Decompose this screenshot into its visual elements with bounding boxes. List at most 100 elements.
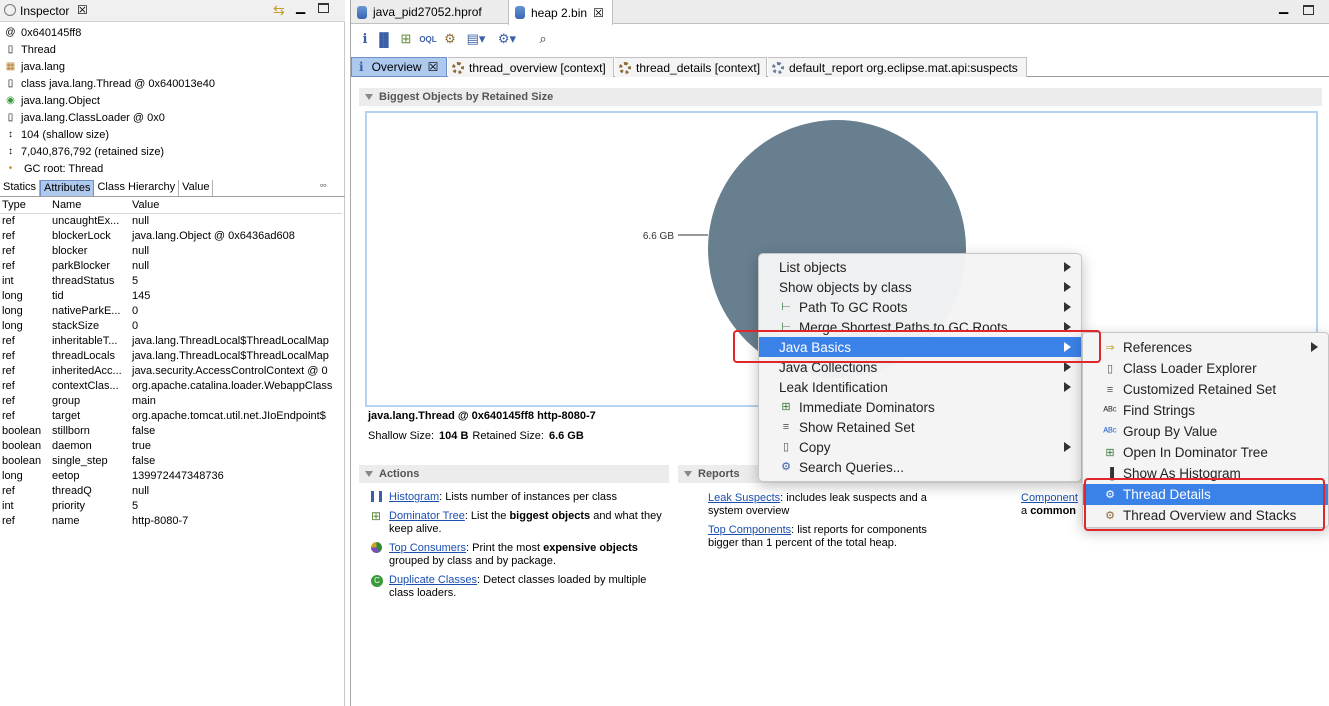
column-header[interactable]: Type: [0, 198, 50, 214]
dominator-tree-icon[interactable]: ⊞: [398, 31, 414, 47]
tab-default-report[interactable]: default_report org.eclipse.mat.api:suspe…: [768, 57, 1027, 77]
info-icon[interactable]: i: [357, 31, 373, 47]
menu-item-copy[interactable]: ▯ Copy: [759, 437, 1081, 457]
file-tab-heap[interactable]: heap 2.bin ☒: [508, 0, 613, 25]
section-title: Actions: [379, 468, 420, 480]
menu-item-open-in-dominator-tree[interactable]: ⊞ Open In Dominator Tree: [1083, 442, 1328, 463]
attributes-table: Type Name Value ref uncaughtEx... null ref blo…: [0, 198, 342, 528]
menu-item-list-objects[interactable]: List objects: [759, 257, 1081, 277]
table-row[interactable]: int threadStatus 5: [0, 273, 342, 288]
file-tab-hprof[interactable]: java_pid27052.hprof: [351, 0, 507, 24]
inspector-info-text: java.lang: [21, 60, 66, 73]
inspector-info-text: GC root: Thread: [24, 162, 104, 175]
close-icon[interactable]: ☒: [593, 6, 604, 20]
leak-suspects-link[interactable]: Leak Suspects: [708, 492, 780, 504]
table-cell: nativeParkE...: [52, 304, 121, 317]
inspector-info-text: 7,040,876,792 (retained size): [21, 145, 165, 158]
table-cell: ref: [2, 514, 15, 527]
superclass-icon: ◉: [6, 95, 15, 106]
shallow-size-value: 104 B: [439, 430, 469, 442]
table-cell: threadQ: [52, 484, 92, 497]
menu-item-search-queries[interactable]: ⚙ Search Queries...: [759, 457, 1081, 477]
menu-item-label: Customized Retained Set: [1123, 382, 1277, 397]
component-link[interactable]: Component: [1021, 492, 1078, 504]
table-row[interactable]: ref blockerLock java.lang.Object @ 0x6436a…: [0, 228, 342, 243]
table-row[interactable]: boolean stillborn false: [0, 423, 342, 438]
menu-item-label: Show Retained Set: [799, 419, 915, 435]
menu-item-references[interactable]: ⇒ References: [1083, 337, 1328, 358]
action-link[interactable]: Dominator Tree: [389, 510, 465, 522]
menu-item-class-loader-explorer[interactable]: ▯ Class Loader Explorer: [1083, 358, 1328, 379]
table-row[interactable]: ref group main: [0, 393, 342, 408]
maximize-icon[interactable]: [1303, 5, 1314, 15]
oql-icon[interactable]: OQL: [419, 31, 436, 47]
tab-thread-overview[interactable]: thread_overview [context]: [448, 57, 614, 77]
inspector-info-line: ↕ 7,040,876,792 (retained size): [0, 143, 345, 160]
menu-item-show-retained-set[interactable]: ≡ Show Retained Set: [759, 417, 1081, 437]
table-row[interactable]: ref inheritedAcc... java.security.AccessCo…: [0, 363, 342, 378]
table-row[interactable]: long nativeParkE... 0: [0, 303, 342, 318]
heap-dump-icon[interactable]: ⚙▾: [498, 31, 516, 47]
info-icon: i: [359, 60, 364, 74]
histogram-icon[interactable]: ▐▌: [375, 31, 393, 47]
table-row[interactable]: ref inheritableT... java.lang.ThreadLocal$…: [0, 333, 342, 348]
toolbar: i ▐▌ ⊞ OQL ⚙ ▤▾ ⚙▾ ⌕: [351, 25, 1329, 53]
action-link[interactable]: Histogram: [389, 491, 439, 503]
top-components-link[interactable]: Top Components: [708, 524, 791, 536]
minimize-icon[interactable]: ▁: [1279, 0, 1288, 14]
close-icon[interactable]: ☒: [77, 3, 88, 17]
close-icon[interactable]: ☒: [428, 60, 439, 74]
column-header[interactable]: Value: [130, 198, 342, 214]
tab-statics[interactable]: Statics: [0, 180, 41, 196]
menu-item-leak-identification[interactable]: Leak Identification: [759, 377, 1081, 397]
table-row[interactable]: ref uncaughtEx... null: [0, 213, 342, 228]
menu-item-path-to-gc-roots[interactable]: ⊢ Path To GC Roots: [759, 297, 1081, 317]
table-cell: ref: [2, 229, 15, 242]
table-row[interactable]: int priority 5: [0, 498, 342, 513]
tab-value[interactable]: Value: [179, 180, 214, 196]
table-row[interactable]: long eetop 139972447348736: [0, 468, 342, 483]
table-row[interactable]: ref threadQ null: [0, 483, 342, 498]
menu-item-customized-retained-set[interactable]: ≡ Customized Retained Set: [1083, 379, 1328, 400]
query-browser-icon[interactable]: ▤▾: [467, 31, 486, 47]
table-row[interactable]: ref contextClas... org.apache.catalina.loa…: [0, 378, 342, 393]
gear-icon[interactable]: ⚙: [442, 31, 458, 47]
menu-item-find-strings[interactable]: ᴬᴮᶜ Find Strings: [1083, 400, 1328, 421]
table-row[interactable]: ref name http-8080-7: [0, 513, 342, 528]
table-row[interactable]: boolean daemon true: [0, 438, 342, 453]
sync-icon[interactable]: ⇆: [273, 2, 285, 19]
table-row[interactable]: boolean single_step false: [0, 453, 342, 468]
shallow-size-label: Shallow Size:: [368, 430, 435, 442]
abc-blue-icon: ᴬᴮᶜ: [1103, 425, 1117, 438]
table-row[interactable]: long stackSize 0: [0, 318, 342, 333]
menu-item-group-by-value[interactable]: ᴬᴮᶜ Group By Value: [1083, 421, 1328, 442]
menu-item-immediate-dominators[interactable]: ⊞ Immediate Dominators: [759, 397, 1081, 417]
maximize-icon[interactable]: [318, 3, 329, 13]
actions-header[interactable]: Actions: [359, 465, 669, 483]
action-link[interactable]: Top Consumers: [389, 542, 466, 554]
table-row[interactable]: ref target org.apache.tomcat.util.net.JIoE…: [0, 408, 342, 423]
table-row[interactable]: long tid 145: [0, 288, 342, 303]
table-cell: inheritableT...: [52, 334, 118, 347]
menu-item-show-objects-by-class[interactable]: Show objects by class: [759, 277, 1081, 297]
biggest-objects-header[interactable]: Biggest Objects by Retained Size: [359, 88, 1322, 106]
tab-attributes[interactable]: Attributes: [40, 180, 95, 196]
table-cell: uncaughtEx...: [52, 214, 120, 227]
component-text: a: [1021, 505, 1031, 517]
search-icon[interactable]: ⌕: [535, 31, 551, 47]
table-row[interactable]: ref blocker null: [0, 243, 342, 258]
table-row[interactable]: ref parkBlocker null: [0, 258, 342, 273]
table-cell: blockerLock: [52, 229, 111, 242]
tab-thread-details[interactable]: thread_details [context]: [615, 57, 767, 77]
tab-overview[interactable]: i Overview ☒: [351, 57, 447, 77]
table-cell: org.apache.tomcat.util.net.JIoEndpoint$: [132, 409, 326, 422]
table-cell: false: [132, 424, 156, 437]
table-row[interactable]: ref threadLocals java.lang.ThreadLocal$Thr…: [0, 348, 342, 363]
minimize-icon[interactable]: ▁: [296, 0, 305, 14]
view-menu-icon[interactable]: ▫▫: [320, 180, 326, 190]
column-header[interactable]: Name: [50, 198, 130, 214]
tab-label: Overview: [371, 60, 422, 74]
tab-class-hierarchy[interactable]: Class Hierarchy: [94, 180, 180, 196]
table-cell: true: [132, 439, 151, 452]
action-link[interactable]: Duplicate Classes: [389, 574, 477, 586]
